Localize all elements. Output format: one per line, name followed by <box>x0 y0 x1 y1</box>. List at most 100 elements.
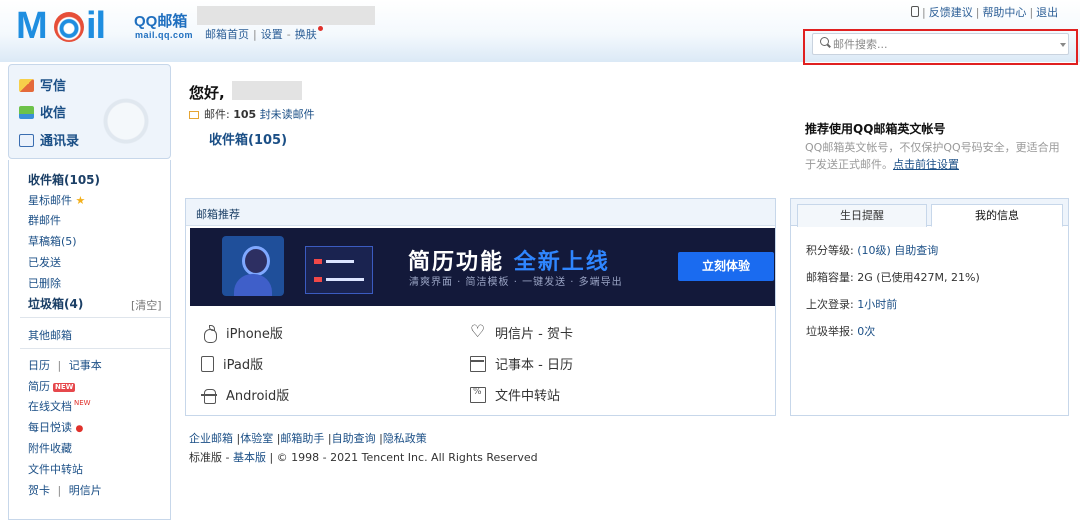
basic-edition-link[interactable]: 基本版 <box>233 451 266 464</box>
postcard-label: 明信片 - 贺卡 <box>495 327 573 342</box>
penguin-decoration-icon <box>96 95 156 153</box>
envelope-icon <box>189 111 199 119</box>
footer-link-assistant[interactable]: 邮箱助手 <box>280 432 324 445</box>
sidebar-item-group-mail[interactable]: 群邮件 <box>28 212 61 228</box>
mailbox-home-link[interactable]: 邮箱首页 <box>205 28 249 41</box>
inbox-download-icon <box>19 106 34 119</box>
pencil-icon <box>19 79 34 92</box>
tab-my-info[interactable]: 我的信息 <box>931 204 1063 227</box>
sidebar-item-inbox[interactable]: 收件箱(105) <box>28 171 100 188</box>
level-value-link[interactable]: (10级) 自助查询 <box>857 244 938 257</box>
sidebar-item-cards: 贺卡 | 明信片 <box>28 484 102 497</box>
banner-title: 简历功能 全新上线 <box>408 244 610 276</box>
heart-icon <box>470 322 486 342</box>
recommend-panel-title: 邮箱推荐 <box>196 208 240 221</box>
qqmail-logo[interactable]: M il QQ邮箱 mail.qq.com <box>16 5 193 47</box>
sidebar-item-other-mailbox[interactable]: 其他邮箱 <box>28 327 72 343</box>
sidebar-items: 收件箱(105) 星标邮件 ★ 群邮件 草稿箱(5) 已发送 已删除 垃圾箱(4… <box>8 160 171 520</box>
person-illustration-icon <box>222 236 284 296</box>
try-now-button[interactable]: 立刻体验 <box>678 252 774 281</box>
search-placeholder: 邮件搜索... <box>833 38 888 51</box>
ipad-icon <box>201 356 214 372</box>
android-label: Android版 <box>226 389 290 404</box>
go-to-settings-link[interactable]: 点击前往设置 <box>893 158 959 171</box>
footer-link-privacy[interactable]: 隐私政策 <box>383 432 427 445</box>
footer-links: 企业邮箱 |体验室 |邮箱助手 |自助查询 |隐私政策 <box>189 432 427 445</box>
compose-button[interactable]: 写信 <box>19 75 66 94</box>
logo-brand-text: QQ邮箱 <box>134 13 188 30</box>
last-login-value[interactable]: 1小时前 <box>857 298 897 311</box>
search-icon <box>820 37 829 46</box>
greeting-text: 您好, <box>189 84 225 102</box>
footer-link-lab[interactable]: 体验室 <box>240 432 273 445</box>
unread-count: 105 <box>233 108 257 121</box>
username-redacted <box>232 81 302 100</box>
level-label: 积分等级: <box>806 244 854 257</box>
notes-calendar-link[interactable]: 记事本 - 日历 <box>470 354 573 373</box>
iphone-app-link[interactable]: iPhone版 <box>201 323 283 343</box>
footer-link-enterprise[interactable]: 企业邮箱 <box>189 432 233 445</box>
settings-link[interactable]: 设置 <box>261 28 283 41</box>
online-docs-label: 在线文档 <box>28 400 72 413</box>
postcards-link[interactable]: 明信片 <box>69 484 102 497</box>
inbox-link[interactable]: 收件箱(105) <box>209 129 287 148</box>
standard-edition-text: 标准版 <box>189 451 222 464</box>
capacity-row: 邮箱容量: 2G (已使用427M, 21%) <box>806 269 980 285</box>
file-transfer-label: 文件中转站 <box>495 389 561 404</box>
help-center-link[interactable]: 帮助中心 <box>982 6 1026 19</box>
file-transfer-link[interactable]: 文件中转站 <box>470 385 560 404</box>
postcard-link[interactable]: 明信片 - 贺卡 <box>470 322 573 342</box>
account-name-redacted <box>197 6 375 25</box>
sidebar-item-resume[interactable]: 简历 NEW <box>28 378 76 394</box>
clear-spam-link[interactable]: [清空] <box>131 297 162 313</box>
contacts-button[interactable]: 通讯录 <box>19 130 79 149</box>
sidebar-item-attachments[interactable]: 附件收藏 <box>28 440 72 456</box>
logo-letters-il: il <box>86 5 106 47</box>
new-badge: NEW <box>53 383 76 392</box>
recommend-panel-header <box>186 199 775 226</box>
sidebar-item-deleted[interactable]: 已删除 <box>28 275 61 291</box>
capacity-label: 邮箱容量: <box>806 271 854 284</box>
greeting-cards-link[interactable]: 贺卡 <box>28 484 50 497</box>
banner-title-b: 全新上线 <box>513 250 610 275</box>
receive-button[interactable]: 收信 <box>19 102 66 121</box>
tab-birthday-reminder[interactable]: 生日提醒 <box>797 204 927 227</box>
change-skin-link[interactable]: 换肤 <box>295 28 317 41</box>
ipad-app-link[interactable]: iPad版 <box>201 354 263 373</box>
english-account-desc: QQ邮箱英文帐号，不仅保护QQ号码安全，更适合用于发送正式邮件。点击前往设置 <box>805 139 1060 173</box>
chevron-down-icon[interactable] <box>1060 43 1066 47</box>
iphone-label: iPhone版 <box>226 327 283 342</box>
english-account-title: 推荐使用QQ邮箱英文帐号 <box>805 122 946 136</box>
compose-label: 写信 <box>40 79 67 94</box>
top-links: 邮箱首页 | 设置 - 换肤 <box>205 26 323 42</box>
phone-icon[interactable] <box>911 6 919 17</box>
notes-link[interactable]: 记事本 <box>69 359 102 372</box>
sidebar-item-file-transfer[interactable]: 文件中转站 <box>28 461 83 477</box>
feedback-link[interactable]: 反馈建议 <box>929 6 973 19</box>
logo-letter-m: M <box>16 5 48 47</box>
sidebar-item-spam[interactable]: 垃圾箱(4) <box>28 295 83 312</box>
copyright-text: | © 1998 - 2021 Tencent Inc. All Rights … <box>269 451 538 464</box>
receive-label: 收信 <box>40 106 67 121</box>
top-right-links: | 反馈建议 | 帮助中心 | 退出 <box>911 4 1058 20</box>
sidebar-item-sent[interactable]: 已发送 <box>28 254 61 270</box>
spam-report-value[interactable]: 0次 <box>857 325 875 338</box>
calendar-link[interactable]: 日历 <box>28 359 50 372</box>
footer-link-self-query[interactable]: 自助查询 <box>332 432 376 445</box>
unread-mail-link[interactable]: 封未读邮件 <box>260 108 315 121</box>
notes-label: 记事本 - 日历 <box>495 358 573 373</box>
logout-link[interactable]: 退出 <box>1036 6 1058 19</box>
contacts-card-icon <box>19 134 34 147</box>
new-superscript: NEW <box>74 399 91 407</box>
sidebar-item-drafts[interactable]: 草稿箱(5) <box>28 233 77 249</box>
sidebar-item-daily-reading[interactable]: 每日悦读 ● <box>28 419 83 435</box>
sidebar-item-online-docs[interactable]: 在线文档 NEW <box>28 398 91 414</box>
ipad-label: iPad版 <box>223 358 264 373</box>
banner-title-a: 简历功能 <box>408 250 505 275</box>
star-icon: ★ <box>75 194 86 207</box>
apple-icon <box>201 325 217 343</box>
capacity-value: 2G (已使用427M, 21%) <box>857 271 980 284</box>
sidebar-item-starred[interactable]: 星标邮件 ★ <box>28 192 85 208</box>
android-app-link[interactable]: Android版 <box>201 385 289 404</box>
sidebar-item-calendar-notes: 日历 | 记事本 <box>28 359 102 372</box>
